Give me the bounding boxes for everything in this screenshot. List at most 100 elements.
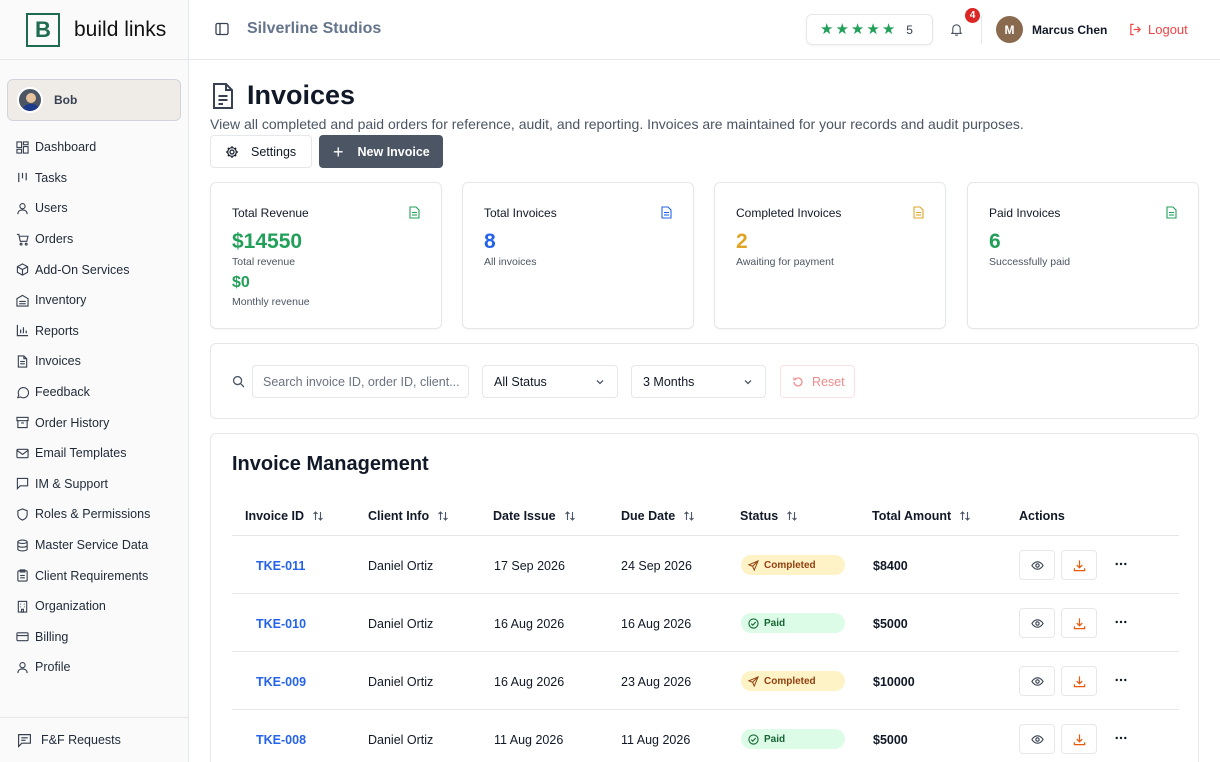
bell-icon[interactable] [950,23,963,36]
brand[interactable]: B build links [0,0,188,60]
total-amount: $5000 [873,617,908,631]
brand-name: build links [74,17,167,41]
period-select[interactable]: 3 Months [631,365,766,398]
sidebar-item-reports[interactable]: Reports [0,316,188,347]
sidebar-item-label: Inventory [35,293,87,308]
sidebar-item-im-support[interactable]: IM & Support [0,469,188,500]
sidebar-item-label: Add-On Services [35,262,130,277]
view-button[interactable] [1019,550,1055,580]
total-amount: $10000 [873,675,915,689]
invoice-id-link[interactable]: TKE-008 [256,733,306,747]
download-button[interactable] [1061,724,1097,754]
sidebar-item-feedback[interactable]: Feedback [0,377,188,408]
download-icon [1073,559,1085,571]
column-header-due-date[interactable]: Due Date [621,509,695,523]
download-button[interactable] [1061,608,1097,638]
download-icon [1073,617,1085,629]
search-input[interactable] [252,365,469,398]
chevron-down-icon [596,380,604,385]
column-header-label: Date Issue [493,509,556,523]
status-badge-label: Completed [764,675,816,687]
more-options-icon[interactable] [1113,614,1129,630]
sidebar-item-master-service-data[interactable]: Master Service Data [0,530,188,561]
user-icon [16,202,29,215]
file-icon [1166,206,1177,219]
sidebar-item-ff-requests[interactable]: F&F Requests [0,717,188,762]
status-select[interactable]: All Status [482,365,618,398]
sidebar-item-label: Invoices [35,354,81,369]
status-badge-label: Paid [764,733,786,745]
settings-button[interactable]: Settings [210,135,312,168]
building-icon [16,600,29,613]
page-subtitle: View all completed and paid orders for r… [210,116,1024,132]
invoice-id-link[interactable]: TKE-010 [256,617,306,631]
settings-label: Settings [251,144,297,159]
stat-sub: All invoices [484,256,537,268]
column-header-invoice-id[interactable]: Invoice ID [245,509,324,523]
sidebar-item-invoices[interactable]: Invoices [0,346,188,377]
download-button[interactable] [1061,666,1097,696]
sidebar-item-label: Order History [35,415,110,430]
sidebar-toggle-icon[interactable] [215,22,229,36]
sidebar-item-email-templates[interactable]: Email Templates [0,438,188,469]
period-select-value: 3 Months [643,374,695,389]
new-invoice-button[interactable]: + New Invoice [319,135,443,168]
column-header-total-amount[interactable]: Total Amount [872,509,971,523]
column-header-label: Status [740,509,779,523]
sidebar-item-add-on-services[interactable]: Add-On Services [0,254,188,285]
download-button[interactable] [1061,550,1097,580]
chevron-down-icon [744,380,752,385]
sort-icon [960,511,971,521]
logout-icon [1130,23,1141,36]
sidebar-item-order-history[interactable]: Order History [0,407,188,438]
sidebar-item-orders[interactable]: Orders [0,224,188,255]
sidebar-item-inventory[interactable]: Inventory [0,285,188,316]
sort-icon [564,511,575,521]
sidebar-item-users[interactable]: Users [0,193,188,224]
eye-icon [1030,618,1044,628]
table-row: TKE-011 Daniel Ortiz 17 Sep 2026 24 Sep … [232,536,1179,594]
invoice-id-link[interactable]: TKE-009 [256,675,306,689]
star-icon: ★ [820,21,834,38]
column-header-label: Actions [1019,509,1065,523]
reset-label: Reset [812,374,845,389]
column-header-date-issue[interactable]: Date Issue [493,509,576,523]
download-icon [1073,675,1085,687]
table-row: TKE-008 Daniel Ortiz 11 Aug 2026 11 Aug … [232,710,1179,762]
view-button[interactable] [1019,666,1055,696]
sidebar-item-organization[interactable]: Organization [0,591,188,622]
view-button[interactable] [1019,724,1055,754]
column-header-label: Due Date [621,509,676,523]
logout-button[interactable]: Logout [1129,22,1188,37]
column-header-client-info[interactable]: Client Info [368,509,449,523]
star-icon: ★ [850,21,865,38]
stat-label: Paid Invoices [989,206,1061,220]
sidebar-item-roles-permissions[interactable]: Roles & Permissions [0,499,188,530]
invoice-id-link[interactable]: TKE-011 [256,559,305,573]
column-header-status[interactable]: Status [740,509,798,523]
sort-icon [684,511,695,521]
header-user-name[interactable]: Marcus Chen [1032,23,1107,37]
invoice-table-card: Invoice Management Invoice ID Client Inf… [210,433,1199,762]
sidebar-item-label: Roles & Permissions [35,507,151,522]
sidebar-item-billing[interactable]: Billing [0,622,188,653]
sidebar-item-tasks[interactable]: Tasks [0,163,188,194]
view-button[interactable] [1019,608,1055,638]
sidebar-user-card[interactable]: Bob [7,79,181,121]
more-options-icon[interactable] [1113,672,1129,688]
rating-widget[interactable]: ★ ★ ★ ★ ★ 5 [806,14,933,45]
more-options-icon[interactable] [1113,556,1129,572]
sidebar-item-dashboard[interactable]: Dashboard [0,132,188,163]
total-amount: $8400 [873,559,908,573]
sidebar-item-profile[interactable]: Profile [0,652,188,683]
file-icon [409,206,420,219]
avatar[interactable]: M [996,16,1023,43]
sidebar-item-client-requirements[interactable]: Client Requirements [0,560,188,591]
table-title: Invoice Management [232,453,429,475]
stat-card-total-invoices: Total Invoices 8 All invoices [462,182,694,329]
sidebar-item-label: Reports [35,323,79,338]
sidebar-item-label: Client Requirements [35,568,149,583]
more-options-icon[interactable] [1113,730,1129,746]
stat-label: Completed Invoices [736,206,842,220]
reset-button[interactable]: Reset [780,365,855,398]
